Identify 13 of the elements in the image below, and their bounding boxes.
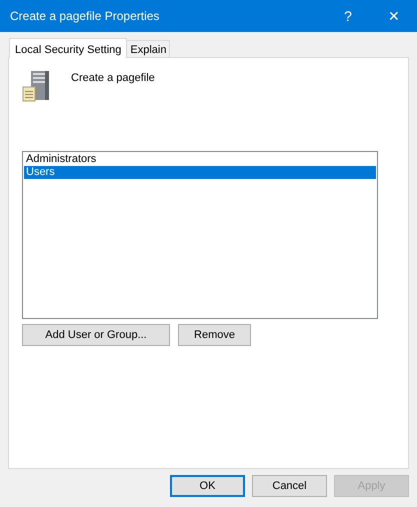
server-icon <box>22 70 52 102</box>
button[interactable]: Add User or Group... <box>22 324 170 346</box>
close-button[interactable]: ✕ <box>371 0 417 32</box>
list-item[interactable]: Administrators <box>24 153 376 166</box>
button[interactable]: Cancel <box>252 475 327 497</box>
policy-name: Create a pagefile <box>71 72 155 84</box>
list-item[interactable]: Users <box>24 166 376 179</box>
button[interactable]: OK <box>170 475 245 497</box>
tab[interactable]: Local Security Setting <box>9 38 128 58</box>
tab[interactable]: Explain <box>126 40 170 57</box>
window-title: Create a pagefile Properties <box>9 9 160 23</box>
button[interactable]: Remove <box>178 324 251 346</box>
help-button[interactable]: ? <box>325 0 371 32</box>
